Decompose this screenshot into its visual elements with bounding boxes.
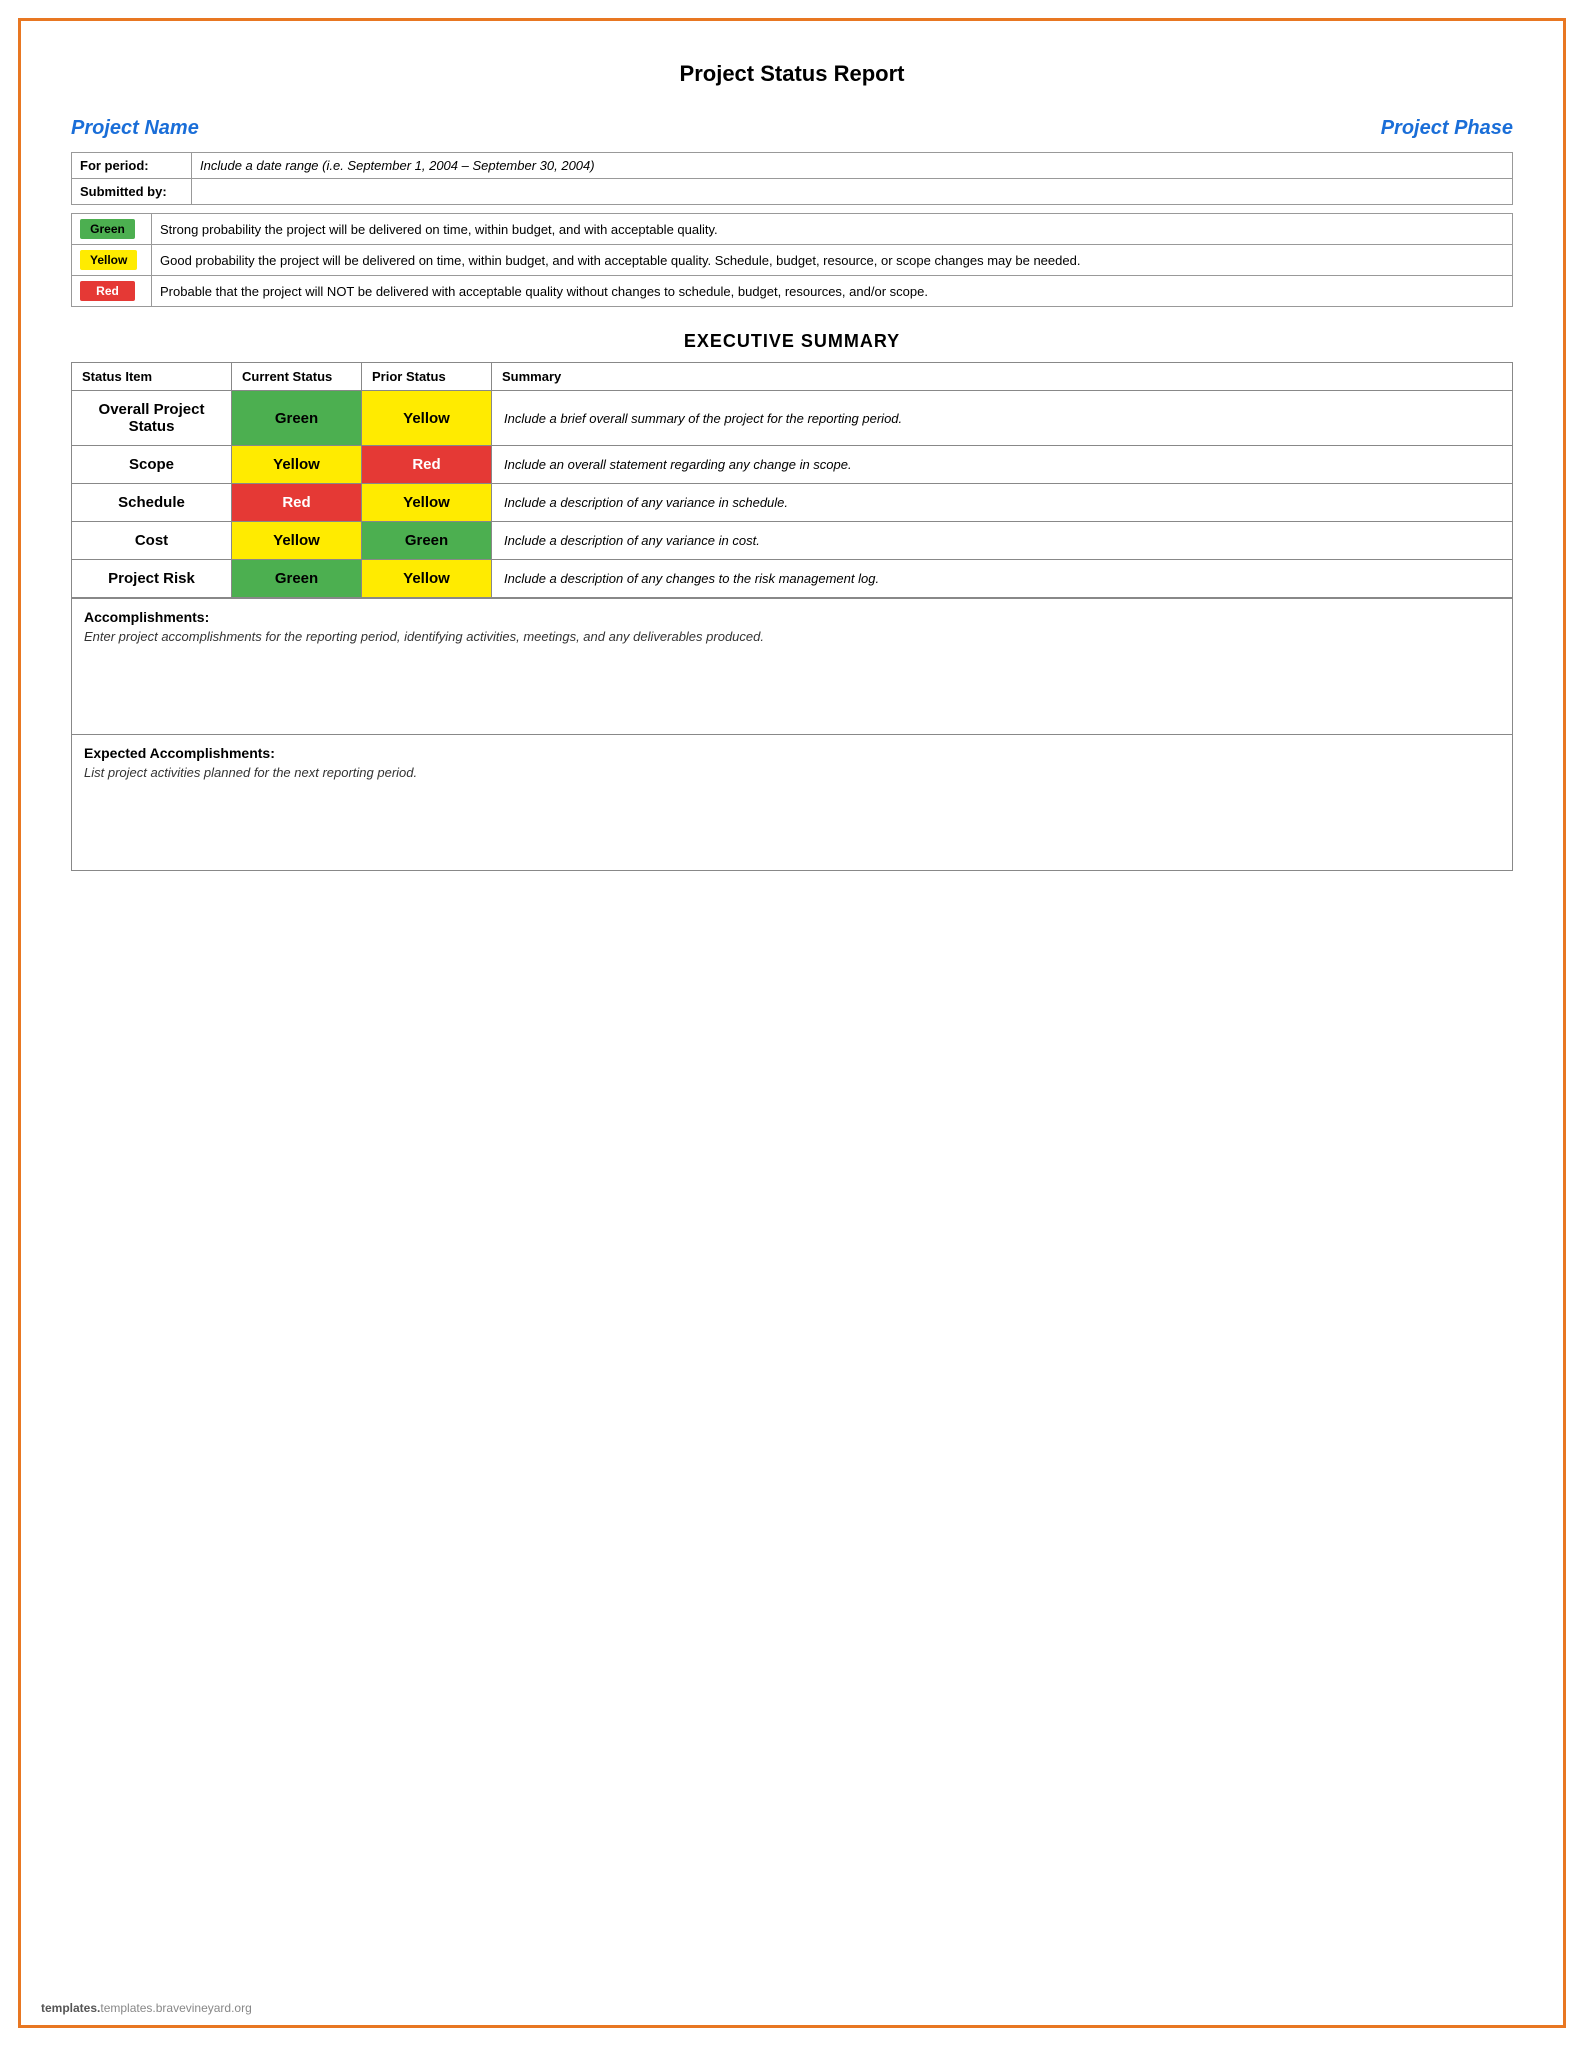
legend-badge-red: Red xyxy=(72,276,152,307)
legend-desc-yellow: Good probability the project will be del… xyxy=(152,245,1513,276)
exec-table-header: Status Item Current Status Prior Status … xyxy=(72,363,1513,391)
exec-row-scope: Scope Yellow Red Include an overall stat… xyxy=(72,446,1513,484)
submitted-label: Submitted by: xyxy=(72,179,192,205)
red-badge: Red xyxy=(80,281,135,301)
schedule-prior-text: Yellow xyxy=(403,494,450,511)
cost-label: Cost xyxy=(72,522,232,560)
expected-accomplishments-cell: Expected Accomplishments: List project a… xyxy=(72,735,1513,871)
cost-summary: Include a description of any variance in… xyxy=(492,522,1513,560)
page-border: Project Status Report Project Name Proje… xyxy=(18,18,1566,2028)
risk-prior-text: Yellow xyxy=(403,570,450,587)
cost-prior-text: Green xyxy=(405,532,448,549)
schedule-current-text: Red xyxy=(282,494,310,511)
legend-desc-green: Strong probability the project will be d… xyxy=(152,214,1513,245)
legend-desc-red: Probable that the project will NOT be de… xyxy=(152,276,1513,307)
col-header-summary: Summary xyxy=(492,363,1513,391)
accomplishments-label: Accomplishments: xyxy=(84,609,1500,625)
expected-accomplishments-text: List project activities planned for the … xyxy=(84,765,1500,780)
col-header-current-status: Current Status xyxy=(232,363,362,391)
exec-row-overall: Overall Project Status Green Yellow Incl… xyxy=(72,391,1513,446)
period-value: Include a date range (i.e. September 1, … xyxy=(192,153,1513,179)
footer-text-bold: templates. xyxy=(41,2001,100,2015)
exec-summary-table: Status Item Current Status Prior Status … xyxy=(71,362,1513,598)
green-badge: Green xyxy=(80,219,135,239)
submitted-value xyxy=(192,179,1513,205)
legend-row-yellow: Yellow Good probability the project will… xyxy=(72,245,1513,276)
col-header-prior-status: Prior Status xyxy=(362,363,492,391)
cost-current-status: Yellow xyxy=(232,522,362,560)
overall-current-text: Green xyxy=(275,410,318,427)
expected-accomplishments-row: Expected Accomplishments: List project a… xyxy=(72,735,1513,871)
legend-badge-yellow: Yellow xyxy=(72,245,152,276)
bottom-sections-table: Accomplishments: Enter project accomplis… xyxy=(71,598,1513,871)
legend-table: Green Strong probability the project wil… xyxy=(71,213,1513,307)
exec-row-risk: Project Risk Green Yellow Include a desc… xyxy=(72,560,1513,598)
exec-row-cost: Cost Yellow Green Include a description … xyxy=(72,522,1513,560)
yellow-badge: Yellow xyxy=(80,250,137,270)
exec-summary-title: EXECUTIVE SUMMARY xyxy=(71,331,1513,352)
scope-label: Scope xyxy=(72,446,232,484)
risk-label: Project Risk xyxy=(72,560,232,598)
scope-prior-status: Red xyxy=(362,446,492,484)
legend-row-green: Green Strong probability the project wil… xyxy=(72,214,1513,245)
exec-row-schedule: Schedule Red Yellow Include a descriptio… xyxy=(72,484,1513,522)
period-label: For period: xyxy=(72,153,192,179)
project-name-label: Project Name xyxy=(71,117,199,140)
risk-summary: Include a description of any changes to … xyxy=(492,560,1513,598)
overall-prior-status: Yellow xyxy=(362,391,492,446)
scope-current-text: Yellow xyxy=(273,456,320,473)
accomplishments-row: Accomplishments: Enter project accomplis… xyxy=(72,599,1513,735)
risk-current-text: Green xyxy=(275,570,318,587)
schedule-summary: Include a description of any variance in… xyxy=(492,484,1513,522)
info-table: For period: Include a date range (i.e. S… xyxy=(71,152,1513,205)
cost-current-text: Yellow xyxy=(273,532,320,549)
schedule-label: Schedule xyxy=(72,484,232,522)
overall-project-status-label: Overall Project Status xyxy=(72,391,232,446)
scope-summary: Include an overall statement regarding a… xyxy=(492,446,1513,484)
overall-current-status: Green xyxy=(232,391,362,446)
info-row-period: For period: Include a date range (i.e. S… xyxy=(72,153,1513,179)
risk-prior-status: Yellow xyxy=(362,560,492,598)
accomplishments-space xyxy=(84,644,1500,724)
main-title: Project Status Report xyxy=(71,61,1513,87)
schedule-prior-status: Yellow xyxy=(362,484,492,522)
accomplishments-text: Enter project accomplishments for the re… xyxy=(84,629,1500,644)
cost-prior-status: Green xyxy=(362,522,492,560)
col-header-status-item: Status Item xyxy=(72,363,232,391)
project-header: Project Name Project Phase xyxy=(71,117,1513,140)
accomplishments-cell: Accomplishments: Enter project accomplis… xyxy=(72,599,1513,735)
info-row-submitted: Submitted by: xyxy=(72,179,1513,205)
scope-current-status: Yellow xyxy=(232,446,362,484)
legend-badge-green: Green xyxy=(72,214,152,245)
project-phase-label: Project Phase xyxy=(1381,117,1513,140)
overall-prior-text: Yellow xyxy=(403,410,450,427)
risk-current-status: Green xyxy=(232,560,362,598)
scope-prior-text: Red xyxy=(412,456,440,473)
overall-summary: Include a brief overall summary of the p… xyxy=(492,391,1513,446)
footer-text: templates.bravevineyard.org xyxy=(100,2001,251,2015)
expected-accomplishments-space xyxy=(84,780,1500,860)
legend-row-red: Red Probable that the project will NOT b… xyxy=(72,276,1513,307)
footer: templates.templates.bravevineyard.org xyxy=(41,2001,252,2015)
expected-accomplishments-label: Expected Accomplishments: xyxy=(84,745,1500,761)
schedule-current-status: Red xyxy=(232,484,362,522)
